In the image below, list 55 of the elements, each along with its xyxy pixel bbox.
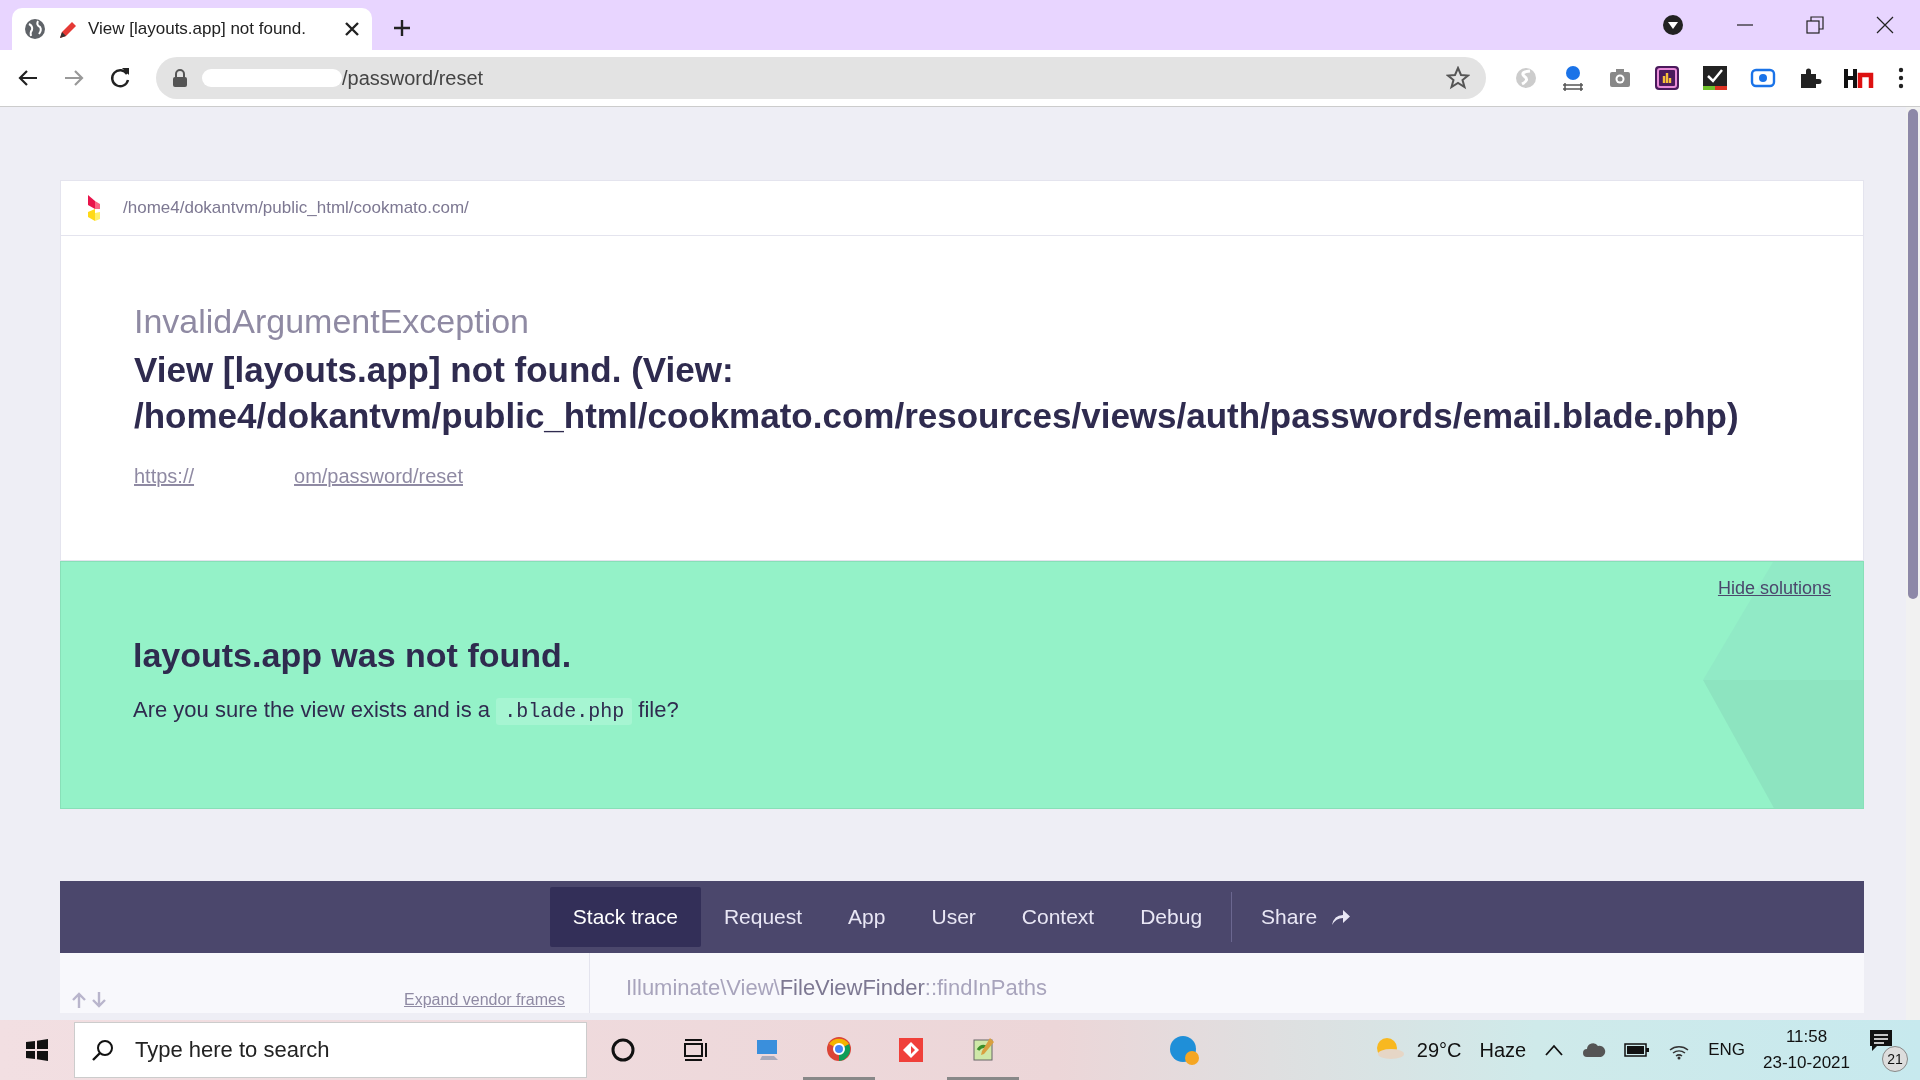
address-bar[interactable]: /password/reset bbox=[156, 57, 1486, 99]
app-path: /home4/dokantvm/public_html/cookmato.com/ bbox=[123, 198, 469, 218]
tab[interactable]: Debug bbox=[1117, 887, 1226, 947]
solution-title: layouts.app was not found. bbox=[133, 636, 573, 675]
hn-icon[interactable] bbox=[1844, 66, 1876, 90]
computer-icon[interactable] bbox=[754, 1037, 780, 1063]
flare-logo-icon bbox=[87, 195, 101, 221]
scrollbar-thumb[interactable] bbox=[1908, 109, 1918, 599]
language-indicator[interactable]: ENG bbox=[1708, 1040, 1746, 1060]
search-icon bbox=[91, 1038, 115, 1062]
tab[interactable]: User bbox=[908, 887, 999, 947]
search-placeholder: Type here to search bbox=[135, 1037, 330, 1063]
battery-icon[interactable] bbox=[1624, 1042, 1651, 1058]
chart-icon[interactable] bbox=[1654, 65, 1680, 91]
tab[interactable]: Stack trace bbox=[549, 887, 701, 947]
puzzle-icon[interactable] bbox=[1798, 66, 1822, 90]
checkmark-icon[interactable] bbox=[1702, 65, 1728, 91]
cortana-circle-icon[interactable] bbox=[610, 1037, 636, 1063]
taskbar-search-field[interactable]: Type here to search bbox=[74, 1022, 587, 1078]
lock-icon bbox=[172, 69, 188, 87]
bookmark-star-icon[interactable] bbox=[1446, 66, 1470, 90]
restore-icon[interactable] bbox=[1806, 16, 1824, 34]
dropdown-icon[interactable] bbox=[1662, 14, 1684, 36]
weather-condition: Haze bbox=[1479, 1038, 1527, 1062]
camera-icon[interactable] bbox=[1608, 66, 1632, 90]
diamond-app-icon[interactable] bbox=[898, 1037, 924, 1063]
exception-class: InvalidArgumentException bbox=[134, 302, 530, 341]
record-icon[interactable] bbox=[1750, 67, 1776, 89]
chevron-up-icon[interactable] bbox=[1544, 1043, 1565, 1057]
close-icon[interactable] bbox=[344, 21, 360, 37]
url-text: /password/reset bbox=[342, 66, 484, 90]
more-icon[interactable] bbox=[1898, 67, 1904, 89]
cloud-icon[interactable] bbox=[1582, 1041, 1607, 1059]
task-view-icon[interactable] bbox=[682, 1037, 708, 1063]
ruler-icon[interactable] bbox=[1560, 65, 1586, 91]
tab[interactable]: App bbox=[825, 887, 909, 947]
clock-date[interactable]: 23-10-2021 bbox=[1763, 1050, 1850, 1076]
close-icon[interactable] bbox=[1876, 16, 1894, 34]
tab[interactable]: Request bbox=[700, 887, 826, 947]
reload-icon[interactable] bbox=[108, 66, 132, 90]
temperature-text: 29°C bbox=[1416, 1038, 1462, 1062]
share-button[interactable]: Share bbox=[1238, 887, 1375, 947]
error-message: View [layouts.app] not found. (View: /home4/dokantvm/public_html/cookmato.com/resources/views/auth/passwords/email.blade.php) bbox=[134, 349, 1740, 437]
windows-start-icon[interactable] bbox=[25, 1038, 49, 1062]
notification-icon[interactable] bbox=[1868, 1028, 1894, 1054]
clock-time[interactable]: 11:58 bbox=[1785, 1024, 1828, 1050]
notification-count: 21 bbox=[1882, 1046, 1908, 1072]
new-tab-icon[interactable] bbox=[392, 18, 412, 38]
tab-title: View [layouts.app] not found. bbox=[88, 19, 307, 39]
share-arrow-icon bbox=[1331, 908, 1352, 926]
stack-frame-title: Illuminate\View\FileViewFinder::findInPaths bbox=[625, 974, 1049, 1002]
browser-tab[interactable]: View [layouts.app] not found. bbox=[12, 8, 372, 50]
tab[interactable]: Context bbox=[998, 887, 1118, 947]
notepad-icon[interactable] bbox=[970, 1035, 996, 1062]
hide-solutions-link[interactable]: Hide solutions bbox=[1717, 578, 1831, 599]
